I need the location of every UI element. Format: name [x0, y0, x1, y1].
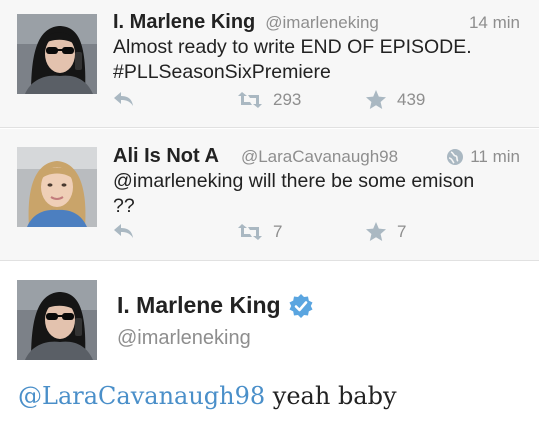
tweet-text: @LaraCavanaugh98 yeah baby [18, 382, 397, 410]
reply-button[interactable] [113, 90, 135, 108]
favorite-button[interactable]: 7 [365, 222, 406, 242]
reply-icon [114, 92, 133, 106]
retweet-icon [238, 92, 262, 108]
retweet-count: 7 [273, 222, 283, 241]
author-name[interactable]: I. Marlene King [113, 11, 255, 33]
favorite-count: 7 [397, 222, 407, 241]
hashtag[interactable]: #PLLSeasonSixPremiere [113, 60, 523, 85]
timestamp-text: 14 min [468, 13, 520, 32]
tweet-header: Ali Is Not A @LaraCavanaugh98 [113, 145, 398, 169]
author-name[interactable]: Ali Is Not A [113, 145, 219, 167]
retweet-button[interactable]: 7 [237, 222, 282, 242]
tweet-text-line: @imarleneking will there be some emison [113, 170, 475, 192]
verified-badge-icon [289, 293, 313, 318]
timestamp-text: 11 min [470, 147, 520, 166]
tweet-text-line: ?? [113, 195, 135, 217]
timestamp: 14 min [469, 13, 520, 33]
author-name-row: I. Marlene King [117, 292, 313, 319]
retweet-count: 293 [273, 90, 302, 109]
author-name[interactable]: I. Marlene King [117, 292, 281, 319]
timestamp: 11 min [446, 147, 520, 167]
tweet-text: Almost ready to write END OF EPISODE. #P… [113, 35, 523, 85]
author-handle[interactable]: @imarleneking [117, 327, 251, 350]
favorite-button[interactable]: 439 [365, 90, 425, 110]
reply-button[interactable] [113, 222, 135, 240]
tweet-1[interactable]: I. Marlene King @imarleneking 14 min Almo… [0, 0, 539, 128]
author-handle[interactable]: @LaraCavanaugh98 [241, 147, 398, 166]
avatar[interactable] [17, 147, 97, 227]
tweet-text-line: Almost ready to write END OF EPISODE. [113, 36, 472, 58]
reply-icon [114, 224, 133, 238]
tweet-actions: 293 439 [113, 90, 523, 114]
star-icon [366, 90, 386, 109]
mention-link[interactable]: @LaraCavanaugh98 [18, 382, 265, 410]
focused-tweet: I. Marlene King @imarleneking @LaraCavan… [0, 262, 539, 422]
star-icon [366, 222, 386, 241]
avatar[interactable] [17, 14, 97, 94]
retweet-icon [238, 224, 262, 240]
tweet-text: @imarleneking will there be some emison … [113, 169, 523, 219]
tweet-actions: 7 7 [113, 222, 523, 246]
avatar[interactable] [17, 280, 97, 360]
favorite-count: 439 [397, 90, 426, 109]
tweet-header: I. Marlene King @imarleneking [113, 11, 379, 35]
retweet-button[interactable]: 293 [237, 90, 301, 110]
tweet-text-body: yeah baby [265, 382, 397, 410]
author-handle[interactable]: @imarleneking [265, 13, 379, 32]
tweet-2[interactable]: Ali Is Not A @LaraCavanaugh98 11 min @ima… [0, 129, 539, 261]
globe-icon [447, 149, 464, 165]
